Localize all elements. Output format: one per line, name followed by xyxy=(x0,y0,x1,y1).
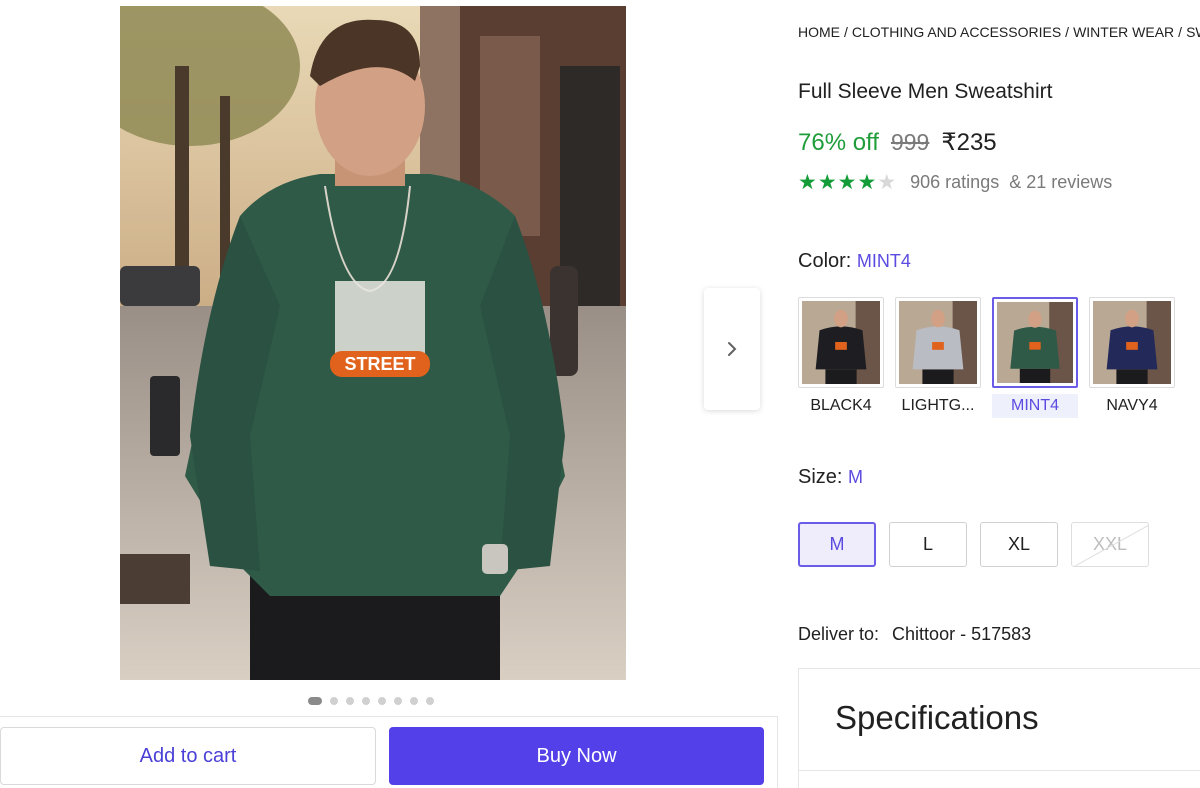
size-label: Size: M xyxy=(798,466,863,489)
swatch-thumbnail xyxy=(1089,297,1175,388)
color-label: Color: MINT4 xyxy=(798,250,911,273)
swatch-label: BLACK4 xyxy=(810,397,872,414)
pager-dot[interactable] xyxy=(426,697,434,705)
breadcrumb: HOME / CLOTHING AND ACCESSORIES / WINTER WEA… xyxy=(798,24,1200,40)
size-option-xxl: XXL xyxy=(1071,522,1149,567)
breadcrumb-separator: / xyxy=(1178,24,1183,40)
swatch-label: LIGHTG... xyxy=(901,397,975,414)
pager-dot[interactable] xyxy=(410,697,418,705)
add-to-cart-button[interactable]: Add to cart xyxy=(0,727,376,785)
product-gallery: STREET Add to cart Buy Now xyxy=(0,0,780,788)
star-rating: ★ ★ ★ ★ ★ xyxy=(798,172,896,193)
breadcrumb-separator: / xyxy=(844,24,848,40)
star-filled-icon: ★ xyxy=(857,171,877,194)
product-details: HOME / CLOTHING AND ACCESSORIES / WINTER WEA… xyxy=(798,0,1200,788)
reviews-count[interactable]: & 21 reviews xyxy=(1009,172,1112,193)
delivery-label: Deliver to: xyxy=(798,624,880,644)
swatch-label: NAVY4 xyxy=(1106,397,1158,414)
delivery-info: Deliver to: Chittoor - 517583 xyxy=(798,624,1031,645)
star-empty-icon: ★ xyxy=(877,171,897,194)
ratings-count[interactable]: 906 ratings xyxy=(910,172,999,193)
pager-dot[interactable] xyxy=(378,697,386,705)
rating-row: ★ ★ ★ ★ ★ 906 ratings & 21 reviews xyxy=(798,172,1112,193)
breadcrumb-clothing[interactable]: CLOTHING AND ACCESSORIES xyxy=(852,24,1061,40)
product-photo: STREET xyxy=(120,6,626,680)
action-bar: Add to cart Buy Now xyxy=(0,716,778,788)
pager-dot[interactable] xyxy=(308,697,322,705)
svg-text:STREET: STREET xyxy=(344,354,415,374)
pager-dot[interactable] xyxy=(394,697,402,705)
color-label-text: Color: xyxy=(798,250,852,272)
pager-dot[interactable] xyxy=(330,697,338,705)
star-filled-icon: ★ xyxy=(817,171,837,194)
discount-percent: 76% off xyxy=(798,129,879,156)
chevron-right-icon xyxy=(728,342,737,356)
original-price: 999 xyxy=(890,129,930,155)
size-option-l[interactable]: L xyxy=(889,522,967,567)
breadcrumb-separator: / xyxy=(1065,24,1070,40)
color-swatch[interactable]: BLACK4 xyxy=(798,297,884,418)
image-pager-dots xyxy=(308,697,434,705)
buy-now-button[interactable]: Buy Now xyxy=(389,727,764,785)
color-swatch[interactable]: NAVY4 xyxy=(1089,297,1175,418)
size-option-m[interactable]: M xyxy=(798,522,876,567)
next-image-button[interactable] xyxy=(704,288,760,410)
specifications-title[interactable]: Specifications xyxy=(835,699,1039,737)
breadcrumb-home[interactable]: HOME xyxy=(798,24,840,40)
color-swatch[interactable]: MINT4 xyxy=(992,297,1078,418)
color-swatch[interactable]: LIGHTG... xyxy=(895,297,981,418)
breadcrumb-current[interactable]: SW xyxy=(1186,24,1200,40)
delivery-location[interactable]: Chittoor - 517583 xyxy=(892,624,1031,644)
product-image[interactable]: STREET xyxy=(120,6,626,680)
specifications-section: Specifications xyxy=(798,668,1200,788)
selected-size: M xyxy=(848,467,864,487)
star-filled-icon: ★ xyxy=(837,171,857,194)
pager-dot[interactable] xyxy=(346,697,354,705)
size-options: M L XL XXL xyxy=(798,522,1149,567)
swatch-thumbnail xyxy=(992,297,1078,388)
breadcrumb-winter-wear[interactable]: WINTER WEAR xyxy=(1073,24,1174,40)
color-swatches: BLACK4 LIGHTG... MINT4 NAVY4 xyxy=(798,297,1175,418)
size-label-text: Size: xyxy=(798,466,843,488)
swatch-thumbnail xyxy=(798,297,884,388)
swatch-label: MINT4 xyxy=(992,394,1078,418)
size-option-xl[interactable]: XL xyxy=(980,522,1058,567)
selected-color: MINT4 xyxy=(856,251,911,271)
price-row: 76% off 999 ₹235 xyxy=(798,128,997,157)
selling-price: ₹235 xyxy=(941,129,997,156)
divider xyxy=(799,770,1200,771)
pager-dot[interactable] xyxy=(362,697,370,705)
star-filled-icon: ★ xyxy=(798,171,817,194)
swatch-thumbnail xyxy=(895,297,981,388)
product-title: Full Sleeve Men Sweatshirt xyxy=(798,80,1053,103)
